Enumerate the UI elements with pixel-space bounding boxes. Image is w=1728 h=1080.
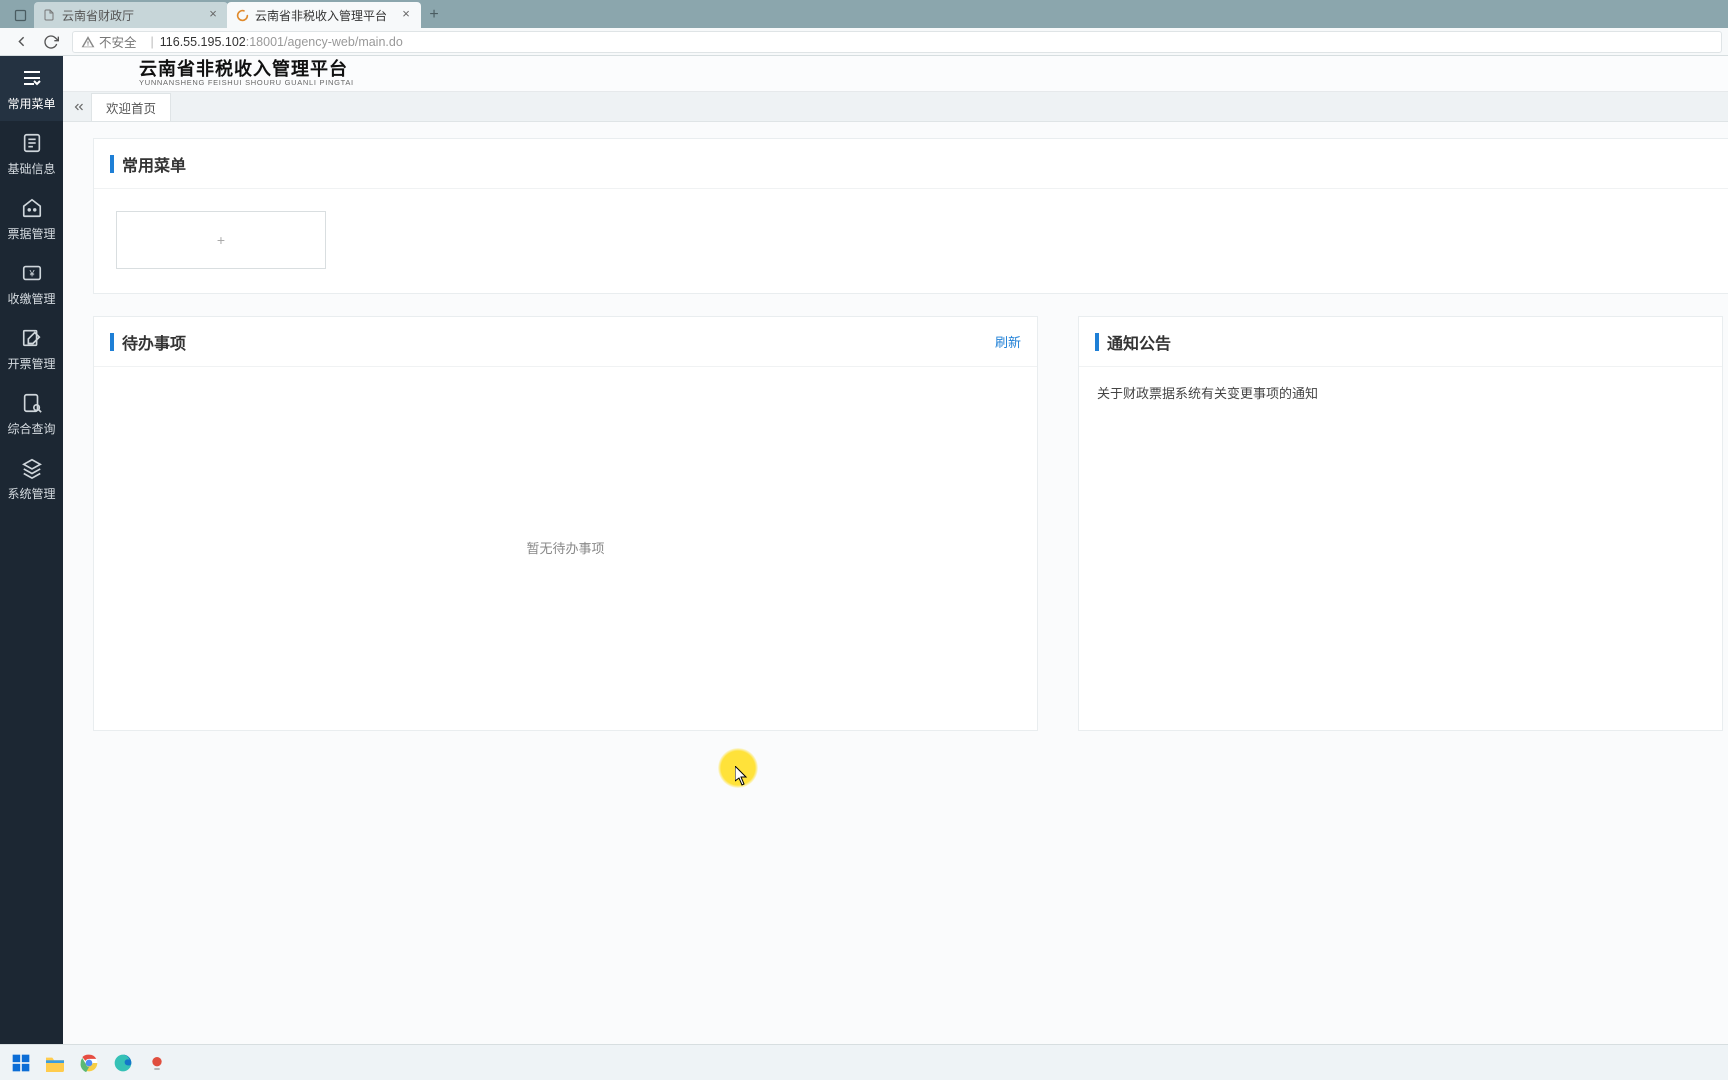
empty-text: 暂无待办事项 [526, 538, 604, 557]
close-icon[interactable]: × [399, 8, 413, 22]
sidebar-item-ticket-manage[interactable]: 票据管理 [0, 186, 63, 251]
sidebar-item-collect-manage[interactable]: ¥ 收缴管理 [0, 251, 63, 316]
add-shortcut-tile[interactable]: + [116, 211, 326, 269]
search-doc-icon [19, 390, 45, 416]
panel-todo: 待办事项 刷新 暂无待办事项 [93, 316, 1038, 731]
click-highlight [718, 748, 758, 788]
url-input[interactable]: 不安全 | 116.55.195.102:18001/agency-web/ma… [72, 31, 1722, 53]
layers-icon [19, 455, 45, 481]
panel-title: 通知公告 [1107, 330, 1706, 354]
url-path: :18001/agency-web/main.do [246, 35, 403, 49]
todo-empty-state: 暂无待办事项 [94, 367, 1037, 727]
tab-actions-icon[interactable] [6, 2, 34, 28]
panel-title: 常用菜单 [122, 152, 1728, 176]
panel-common-menu: 常用菜单 + [93, 138, 1728, 294]
sidebar-item-label: 收缴管理 [7, 290, 55, 307]
main-content: 常用菜单 + 待办事项 刷新 暂无待办事项 通知公告 关于财政票据系统有关变更事… [63, 122, 1728, 1044]
sidebar: 常用菜单 基础信息 票据管理 ¥ 收缴管理 开票管理 综合查询 系统管理 [0, 56, 63, 1044]
chrome-icon[interactable] [72, 1047, 106, 1079]
close-icon[interactable]: × [206, 8, 220, 22]
doc-icon [19, 130, 45, 156]
house-icon [19, 195, 45, 221]
page-tab-strip: 欢迎首页 [63, 92, 1728, 122]
svg-text:¥: ¥ [28, 269, 35, 279]
sidebar-item-label: 常用菜单 [7, 95, 55, 112]
sidebar-item-system-manage[interactable]: 系统管理 [0, 446, 63, 511]
browser-tab[interactable]: 云南省财政厅 × [34, 2, 228, 28]
sidebar-item-invoice-manage[interactable]: 开票管理 [0, 316, 63, 381]
accent-bar [110, 333, 114, 351]
accent-bar [1095, 333, 1099, 351]
refresh-button[interactable] [36, 29, 66, 55]
browser-tab-title: 云南省财政厅 [62, 7, 206, 24]
app-header: 云南省非税收入管理平台 YUNNANSHENG FEISHUI SHOURU G… [63, 56, 1728, 92]
edge-icon[interactable] [106, 1047, 140, 1079]
app-subtitle: YUNNANSHENG FEISHUI SHOURU GUANLI PINGTA… [139, 79, 354, 87]
file-explorer-icon[interactable] [38, 1047, 72, 1079]
file-icon [42, 8, 56, 22]
cursor-icon [735, 766, 749, 786]
spinner-icon [235, 8, 249, 22]
edit-icon [19, 325, 45, 351]
address-bar: 不安全 | 116.55.195.102:18001/agency-web/ma… [0, 28, 1728, 56]
plus-icon: + [217, 232, 225, 248]
page-tab-label: 欢迎首页 [106, 98, 156, 117]
app-title: 云南省非税收入管理平台 [139, 60, 354, 79]
collapse-tabs-button[interactable] [67, 93, 91, 121]
browser-tab-title: 云南省非税收入管理平台 [255, 7, 399, 24]
sidebar-item-label: 票据管理 [7, 225, 55, 242]
sidebar-item-common-menu[interactable]: 常用菜单 [0, 56, 63, 121]
url-host: 116.55.195.102 [160, 35, 246, 49]
sidebar-item-label: 开票管理 [7, 355, 55, 372]
list-icon [19, 65, 45, 91]
refresh-link[interactable]: 刷新 [995, 332, 1021, 351]
browser-tab[interactable]: 云南省非税收入管理平台 × [227, 2, 421, 28]
not-secure-badge: 不安全 [81, 32, 137, 51]
security-label: 不安全 [99, 32, 137, 51]
notice-item[interactable]: 关于财政票据系统有关变更事项的通知 [1097, 383, 1704, 402]
sidebar-item-label: 综合查询 [7, 420, 55, 437]
sidebar-item-label: 基础信息 [7, 160, 55, 177]
sidebar-item-label: 系统管理 [7, 485, 55, 502]
panel-title: 待办事项 [122, 330, 995, 354]
record-icon[interactable] [140, 1047, 174, 1079]
money-icon: ¥ [19, 260, 45, 286]
taskbar [0, 1044, 1728, 1080]
panel-notice: 通知公告 关于财政票据系统有关变更事项的通知 [1078, 316, 1723, 731]
browser-tab-strip: 云南省财政厅 × 云南省非税收入管理平台 × + [0, 0, 1728, 28]
new-tab-button[interactable]: + [420, 2, 448, 28]
page-tab[interactable]: 欢迎首页 [91, 93, 171, 121]
accent-bar [110, 155, 114, 173]
sidebar-item-basic-info[interactable]: 基础信息 [0, 121, 63, 186]
back-button[interactable] [6, 29, 36, 55]
start-button[interactable] [4, 1047, 38, 1079]
sidebar-item-query[interactable]: 综合查询 [0, 381, 63, 446]
